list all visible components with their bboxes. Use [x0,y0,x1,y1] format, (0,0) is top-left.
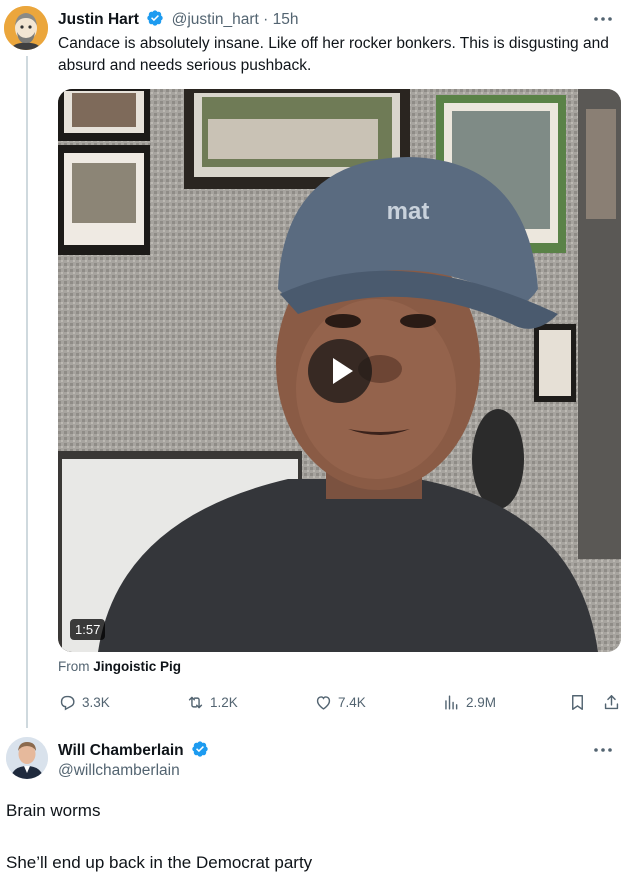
like-button[interactable]: 7.4K [314,690,366,714]
source-name[interactable]: Jingoistic Pig [93,659,181,674]
source-prefix: From [58,659,90,674]
like-count: 7.4K [338,694,366,710]
bookmark-button[interactable] [568,690,592,714]
avatar[interactable] [6,737,48,779]
views-icon [445,694,458,710]
thread-connector-line [26,56,28,728]
author-handle[interactable]: @justin_hart [172,11,259,28]
timestamp[interactable]: 15h [273,11,299,28]
author-name[interactable]: Justin Hart [58,11,139,28]
tweet-text: Brain worms She’ll end up back in the De… [6,800,312,874]
video-duration: 1:57 [70,619,106,640]
more-icon[interactable] [592,745,614,753]
bookmark-icon [572,694,583,710]
author-handle[interactable]: @willchamberlain [58,762,180,780]
avatar[interactable] [4,6,48,50]
separator: · [263,11,269,28]
more-icon[interactable] [592,14,614,22]
verified-icon [191,740,209,763]
play-button[interactable] [308,339,372,403]
views-button[interactable]: 2.9M [442,690,496,714]
like-icon [316,695,331,710]
view-count: 2.9M [466,694,497,710]
repost-count: 1.2K [210,694,238,710]
verified-icon [146,9,164,32]
tweet-line: She’ll end up back in the Democrat party [6,853,313,872]
tweet-text: Candace is absolutely insane. Like off h… [58,35,609,74]
tweet2-header: Will Chamberlain [58,740,212,763]
video-source: From Jingoistic Pig [58,659,181,674]
reply-count: 3.3K [82,694,110,710]
repost-button[interactable]: 1.2K [186,690,238,714]
author-name[interactable]: Will Chamberlain [58,742,184,759]
reply-icon [60,695,75,710]
share-button[interactable] [602,690,626,714]
video-player[interactable]: mat 1:57 [58,89,621,652]
hat-text: mat [387,198,430,225]
action-bar: 3.3K 1.2K 7.4K 2.9M [58,690,626,714]
repost-icon [188,696,203,708]
tweet-line: Brain worms [6,801,101,820]
reply-button[interactable]: 3.3K [58,690,110,714]
tweet-header: Justin Hart @justin_hart · 15h [58,9,299,32]
share-icon [604,694,619,709]
play-icon [333,358,353,384]
